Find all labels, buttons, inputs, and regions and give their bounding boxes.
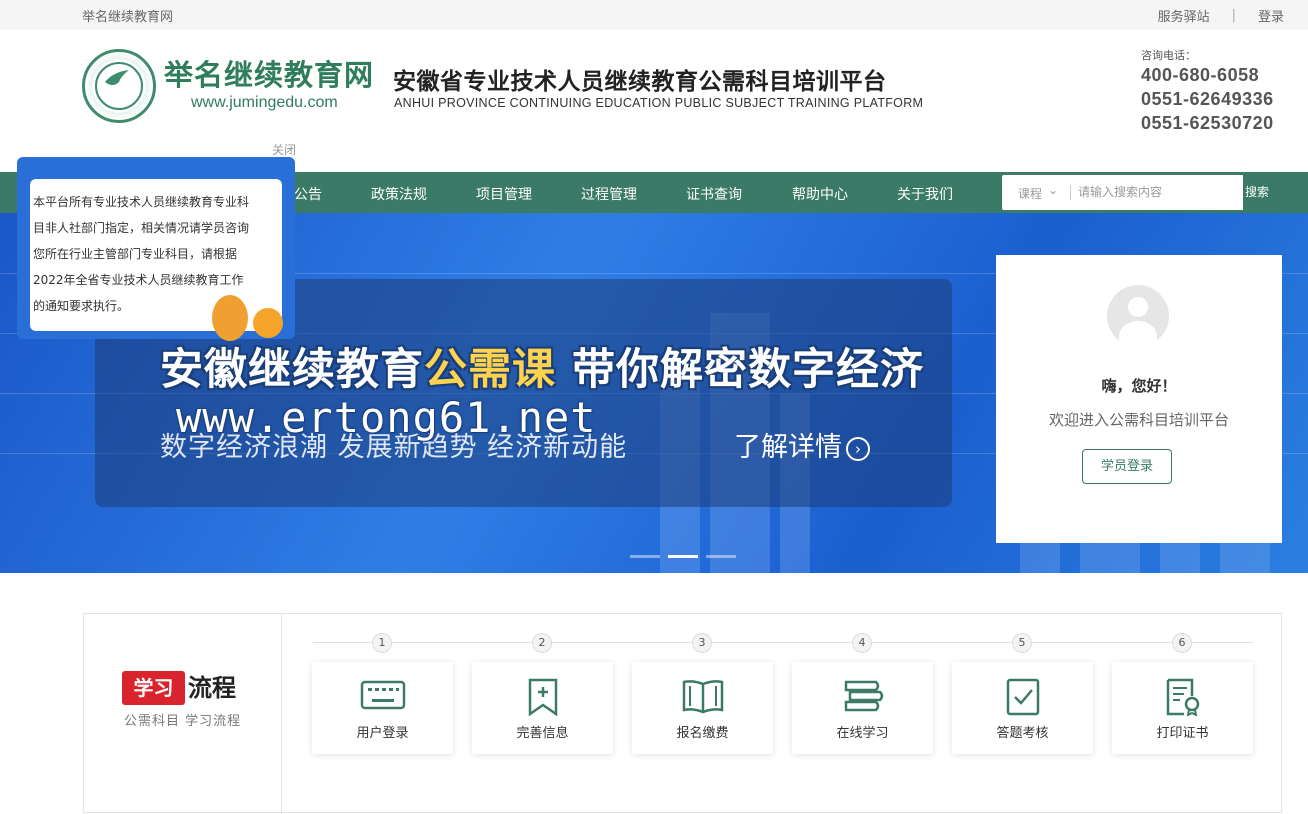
header: 举名继续教育网 www.jumingedu.com 安徽省专业技术人员继续教育公… [0,30,1308,172]
carousel-dot[interactable] [706,555,736,558]
step-card-certificate[interactable]: 打印证书 [1112,662,1253,754]
process-tag-red: 学习 [122,671,185,705]
contact-info: 咨询电话： 400-680-6058 0551-62649336 0551-62… [1141,47,1274,135]
welcome-text: 欢迎进入公需科目培训平台 [1048,411,1229,429]
step-card-enroll[interactable]: 报名缴费 [632,662,773,754]
platform-title: 安徽省专业技术人员继续教育公需科目培训平台 [393,69,887,95]
top-bar: 举名继续教育网 服务驿站 | 登录 [0,0,1308,30]
watermark-text: www.ertong61.net [176,393,597,442]
nav-item-project[interactable]: 项目管理 [476,184,532,204]
process-heading: 学习 流程 公需科目 学习流程 [84,614,282,814]
search-input[interactable] [1078,180,1240,204]
top-links: 服务驿站 | 登录 [1158,6,1284,25]
step-number: 1 [372,633,392,653]
site-name: 举名继续教育网 [82,10,174,25]
logo-seal-icon[interactable] [82,49,156,123]
service-link[interactable]: 服务驿站 [1158,6,1210,25]
search-button[interactable]: 搜索 [1243,175,1271,210]
search-divider [1070,185,1071,200]
nav-item-policy[interactable]: 政策法规 [371,184,427,204]
carousel-dot[interactable] [630,555,660,558]
step-number: 4 [852,633,872,653]
tree-decoration-icon [212,295,248,341]
books-stack-icon [844,680,884,712]
nav-item-certificate[interactable]: 证书查询 [686,184,742,204]
learning-process-section: 学习 流程 公需科目 学习流程 1 用户登录 2 完善信息 3 报名缴费 4 在… [83,613,1282,814]
nav-item-help[interactable]: 帮助中心 [792,184,848,204]
phone-number: 400-680-6058 [1141,65,1260,85]
nav-item-announcement[interactable]: 公告 [294,184,322,204]
phone-number: 0551-62649336 [1141,89,1274,109]
certificate-icon [1166,678,1200,716]
checklist-icon [1006,678,1040,716]
step-label: 用户登录 [356,726,409,741]
process-subtitle: 公需科目 学习流程 [124,714,242,729]
nav-item-process[interactable]: 过程管理 [581,184,637,204]
login-card: 嗨，您好！ 欢迎进入公需科目培训平台 学员登录 [996,255,1282,543]
step-card-login[interactable]: 用户登录 [312,662,453,754]
step-label: 在线学习 [836,726,889,741]
step-card-study[interactable]: 在线学习 [792,662,933,754]
greeting-text: 嗨，您好！ [1101,377,1177,395]
login-link[interactable]: 登录 [1258,6,1284,25]
step-label: 报名缴费 [676,726,729,741]
tree-decoration-icon [253,308,283,338]
step-label: 完善信息 [516,726,569,741]
search-category-select[interactable]: 课程 [1018,185,1042,202]
steps-connector-line [313,642,1253,643]
top-separator: | [1231,8,1236,23]
student-login-button[interactable]: 学员登录 [1082,449,1172,484]
keyboard-icon [360,680,406,710]
notice-popup: 本平台所有专业技术人员继续教育专业科目非人社部门指定，相关情况请学员咨询您所在行… [17,157,295,341]
step-number: 6 [1172,633,1192,653]
carousel-dots [630,555,736,558]
step-label: 打印证书 [1156,726,1209,741]
contact-label: 咨询电话： [1141,49,1196,62]
banner-headline: 安徽继续教育公需课 带你解密数字经济 [160,345,924,395]
step-card-profile[interactable]: 完善信息 [472,662,613,754]
banner-more-link[interactable]: 了解详情 › [734,425,870,464]
step-card-exam[interactable]: 答题考核 [952,662,1093,754]
step-number: 3 [692,633,712,653]
step-label: 答题考核 [996,726,1049,741]
search-box: 课程 ⌄ 搜索 [1002,175,1271,210]
arrow-right-icon: › [846,437,870,461]
bookmark-plus-icon [528,678,558,716]
step-number: 5 [1012,633,1032,653]
avatar-icon [1107,285,1169,347]
brand-url: www.jumingedu.com [191,94,338,111]
notice-close-link[interactable]: 关闭 [272,141,296,158]
step-number: 2 [532,633,552,653]
open-book-icon [682,680,724,714]
process-tag-black: 流程 [188,674,236,702]
banner-headline-highlight: 公需课 [424,345,556,395]
nav-item-about[interactable]: 关于我们 [897,184,953,204]
carousel-dot-active[interactable] [668,555,698,558]
brand-name: 举名继续教育网 [164,58,375,92]
chevron-down-icon[interactable]: ⌄ [1048,183,1058,197]
phone-number: 0551-62530720 [1141,113,1274,133]
platform-title-en: ANHUI PROVINCE CONTINUING EDUCATION PUBL… [394,96,924,110]
